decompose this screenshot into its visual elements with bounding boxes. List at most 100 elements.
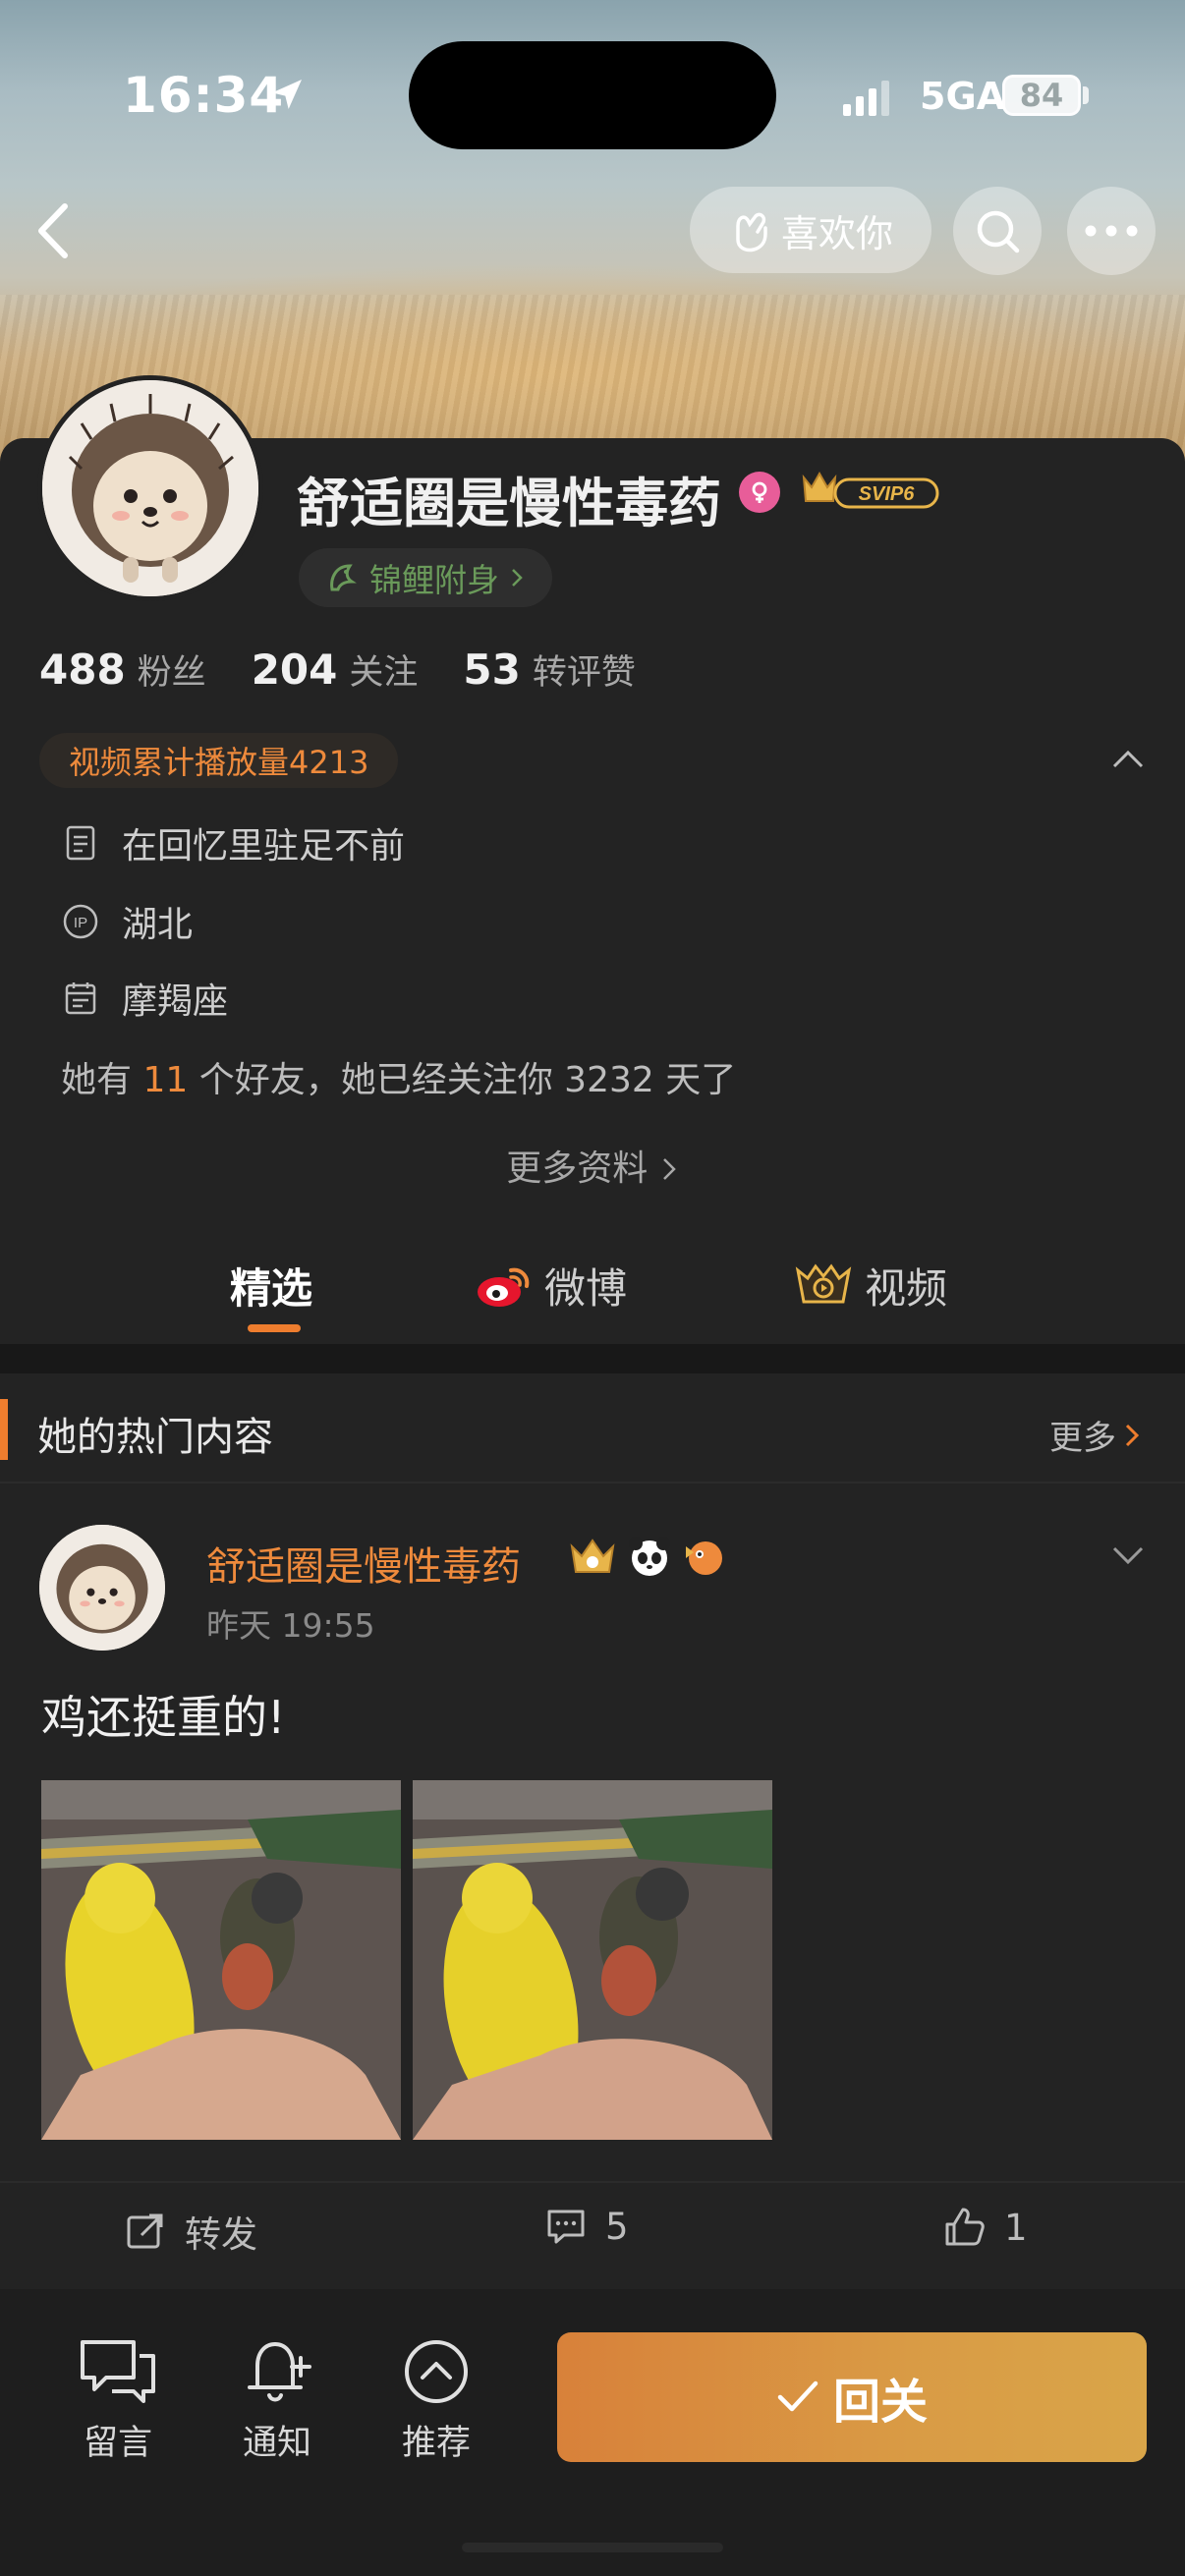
parrots-photo (41, 1780, 401, 2140)
ip-row: IP 湖北 (61, 896, 193, 947)
post-actions: 转发 5 1 (0, 2181, 1185, 2279)
recommend-label: 推荐 (401, 2424, 471, 2463)
hot-content-title: 她的热门内容 (37, 1415, 273, 1460)
profile-stats: 488 粉丝 204 关注 53 转评赞 (39, 644, 636, 695)
like-you-button[interactable]: 喜欢你 (690, 187, 931, 273)
post-image-1[interactable] (41, 1780, 401, 2140)
panda-badge-icon (629, 1537, 670, 1576)
bio-row: 在回忆里驻足不前 (61, 817, 405, 868)
document-icon (66, 825, 95, 861)
home-indicator (462, 2543, 723, 2552)
post-text: 鸡还挺重的! (41, 1691, 286, 1744)
tab-video[interactable]: 视频 (794, 1256, 947, 1316)
more-dots-icon (1085, 225, 1138, 237)
more-label: 更多 (1049, 1419, 1116, 1458)
bell-plus-icon (248, 2342, 311, 2402)
post-image-2[interactable] (413, 1780, 772, 2140)
following-stat[interactable]: 204 关注 (252, 644, 419, 695)
thumbs-up-icon (945, 2208, 985, 2246)
notify-button[interactable]: 通知 (218, 2336, 336, 2465)
follow-back-label: 回关 (832, 2375, 928, 2430)
weibo-logo-icon (478, 1267, 530, 1307)
chevron-right-icon (662, 1158, 676, 1180)
chevron-up-circle-icon (405, 2340, 468, 2403)
post-author-badges (568, 1535, 727, 1578)
following-label: 关注 (349, 653, 419, 693)
svip-crown-badge[interactable]: SVIP6 (798, 468, 941, 513)
parrots-photo (413, 1780, 772, 2140)
fortune-badge[interactable]: 锦鲤附身 (299, 548, 552, 607)
more-info-link[interactable]: 更多资料 (0, 1140, 1185, 1191)
comment-button[interactable]: 5 (544, 2205, 629, 2248)
chevron-right-icon (512, 569, 523, 587)
repost-icon (127, 2213, 163, 2249)
tab-weibo-label: 微博 (544, 1264, 628, 1313)
message-bubbles-icon (81, 2340, 155, 2403)
repost-label: 转发 (185, 2213, 257, 2256)
zodiac-row: 摩羯座 (61, 973, 228, 1024)
video-plays-label: 视频累计播放量4213 (69, 744, 369, 781)
koi-fish-icon (330, 564, 357, 591)
hedgehog-avatar-image (42, 380, 258, 596)
interactions-count: 53 (463, 645, 521, 694)
followers-label: 粉丝 (137, 653, 206, 693)
checkmark-icon (777, 2380, 818, 2412)
profile-name: 舒适圈是慢性毒药 (297, 473, 721, 534)
signal-icon (843, 81, 889, 116)
notify-label: 通知 (242, 2424, 311, 2463)
comment-icon (547, 2210, 585, 2244)
svg-text:IP: IP (74, 915, 87, 931)
koi-badge-icon (686, 1541, 722, 1575)
friends-count: 11 (142, 1060, 189, 1100)
tab-featured[interactable]: 精选 (230, 1256, 312, 1316)
repost-button[interactable]: 转发 (124, 2205, 257, 2258)
recommend-button[interactable]: 推荐 (377, 2336, 495, 2465)
chevron-down-icon[interactable] (1108, 1540, 1148, 1570)
tab-weibo[interactable]: 微博 (476, 1256, 627, 1316)
calendar-icon (65, 982, 96, 1015)
friends-summary[interactable]: 她有 11 个好友，她已经关注你 3232 天了 (61, 1051, 736, 1102)
zodiac-text: 摩羯座 (122, 981, 229, 1022)
search-button[interactable] (953, 187, 1042, 275)
post-author-name[interactable]: 舒适圈是慢性毒药 (206, 1535, 521, 1592)
video-plays-badge[interactable]: 视频累计播放量4213 (39, 733, 399, 788)
hot-content-more-link[interactable]: 更多 (1049, 1411, 1142, 1459)
friends-prefix: 她有 (61, 1060, 133, 1100)
ip-location-text: 湖北 (122, 905, 194, 945)
tab-video-label: 视频 (865, 1264, 948, 1313)
heart-hand-icon (736, 212, 767, 252)
post-timestamp: 昨天 19:55 (206, 1606, 375, 1645)
dynamic-island (409, 41, 776, 149)
profile-tabs: 精选 微博 视频 (0, 1234, 1185, 1342)
ip-location-icon: IP (63, 904, 98, 939)
message-button[interactable]: 留言 (59, 2336, 177, 2465)
hedgehog-avatar-image (39, 1525, 165, 1651)
following-count: 204 (251, 645, 338, 694)
more-options-button[interactable] (1067, 187, 1156, 275)
follow-back-button[interactable]: 回关 (557, 2332, 1147, 2462)
like-count: 1 (1004, 2206, 1028, 2249)
chevron-right-icon (1125, 1424, 1140, 1446)
battery-icon: 84 (1002, 75, 1081, 116)
svip-label: SVIP6 (859, 483, 916, 505)
active-tab-indicator (248, 1324, 301, 1332)
status-bar: 16:34 5GA 84 (0, 0, 1185, 196)
interactions-label: 转评赞 (532, 653, 636, 693)
chevron-up-icon[interactable] (1108, 745, 1148, 774)
post-author-avatar[interactable] (39, 1525, 165, 1651)
like-you-label: 喜欢你 (780, 211, 893, 255)
avatar[interactable] (37, 375, 263, 601)
video-badge-icon (795, 1262, 852, 1303)
tab-featured-label: 精选 (230, 1264, 313, 1313)
battery-level: 84 (1019, 77, 1064, 114)
network-type: 5GA (920, 75, 1006, 118)
like-button[interactable]: 1 (941, 2205, 1028, 2250)
crown-badge-icon (570, 1539, 615, 1573)
section-divider (0, 1344, 1185, 1373)
back-arrow-icon[interactable] (28, 196, 79, 265)
interactions-stat[interactable]: 53 转评赞 (463, 644, 635, 695)
more-info-label: 更多资料 (506, 1148, 649, 1189)
location-arrow-icon (272, 80, 302, 109)
followers-stat[interactable]: 488 粉丝 (39, 644, 206, 695)
section-accent-bar (0, 1399, 8, 1460)
